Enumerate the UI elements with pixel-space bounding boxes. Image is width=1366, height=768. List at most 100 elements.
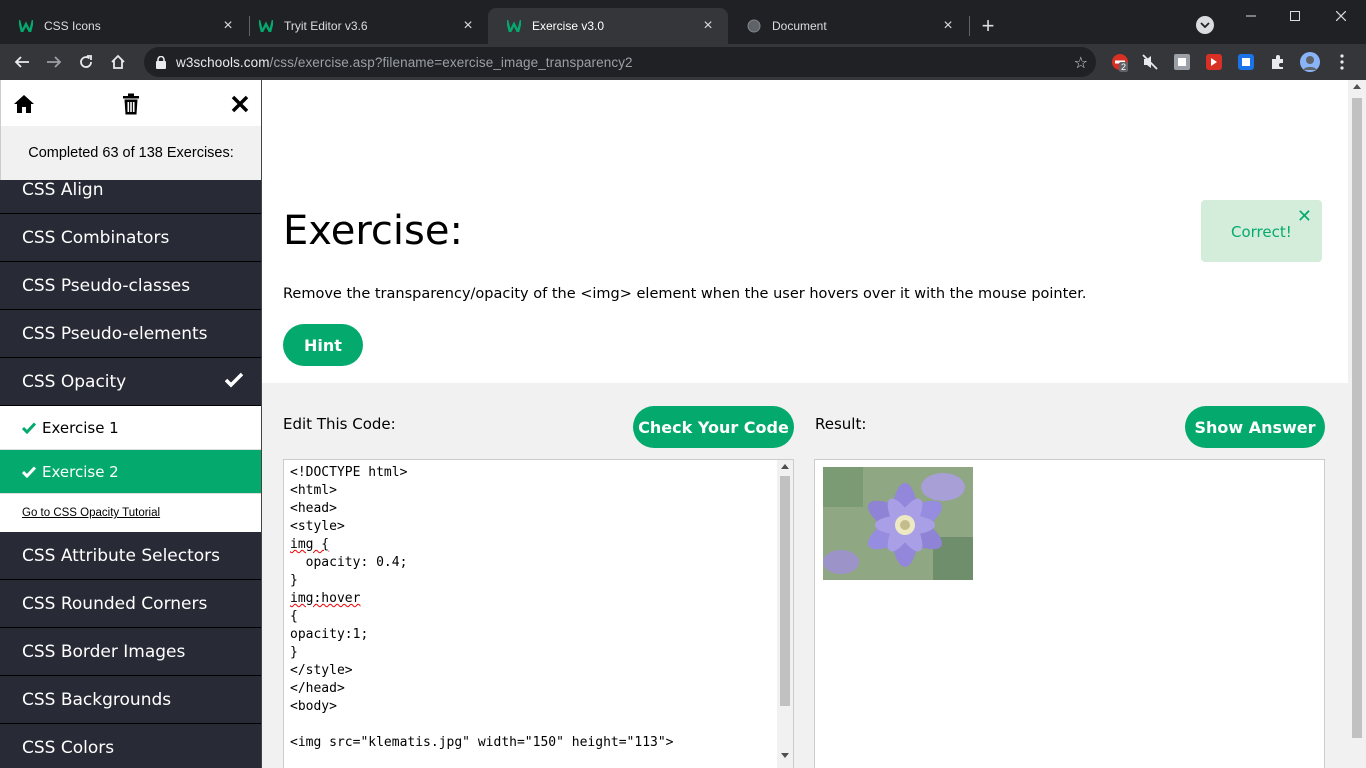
close-tab-icon[interactable]: ×	[940, 17, 956, 34]
edit-code-label: Edit This Code:	[283, 415, 396, 433]
minimize-icon[interactable]	[1228, 0, 1274, 32]
code-line: opacity: 0.4;	[290, 555, 408, 570]
checkmark-icon	[224, 372, 244, 393]
close-icon[interactable]	[228, 92, 252, 116]
address-bar[interactable]: w3schools.com/css/exercise.asp?filename=…	[144, 47, 1096, 77]
code-line: </style>	[290, 663, 353, 678]
hint-button[interactable]: Hint	[283, 324, 363, 366]
scroll-up-icon[interactable]	[781, 464, 789, 469]
sidebar-item-label: CSS Pseudo-classes	[22, 275, 191, 296]
alert-text: Correct!	[1231, 223, 1292, 241]
adblock-extension-icon[interactable]: 2	[1110, 52, 1130, 72]
check-code-button[interactable]: Check Your Code	[633, 406, 794, 448]
code-line: <img src="klematis.jpg" width="150" heig…	[290, 735, 674, 750]
exercise-description: Remove the transparency/opacity of the <…	[283, 286, 1087, 302]
reload-icon[interactable]	[72, 48, 100, 76]
tab-tryit-editor[interactable]: Tryit Editor v3.6 ×	[240, 8, 488, 44]
tab-css-icons[interactable]: CSS Icons ×	[0, 8, 248, 44]
correct-alert: Correct! ✕	[1201, 200, 1322, 262]
show-answer-button[interactable]: Show Answer	[1185, 406, 1325, 448]
code-line: <html>	[290, 483, 337, 498]
sidebar-exercise-1[interactable]: Exercise 1	[0, 406, 261, 450]
home-icon[interactable]	[104, 48, 132, 76]
close-tab-icon[interactable]: ×	[460, 17, 476, 34]
checkmark-icon	[22, 465, 36, 478]
exercise-label: Exercise 2	[42, 462, 119, 481]
extensions-puzzle-icon[interactable]	[1268, 52, 1288, 72]
page-scrollbar[interactable]	[1348, 80, 1366, 768]
profile-avatar[interactable]	[1300, 52, 1320, 72]
tab-separator	[969, 16, 970, 36]
tab-search-icon[interactable]	[1196, 16, 1214, 34]
back-arrow-icon[interactable]	[8, 48, 36, 76]
lock-icon	[156, 55, 168, 69]
w3schools-favicon-icon	[506, 18, 522, 34]
scroll-thumb[interactable]	[1352, 98, 1362, 738]
sidebar-item-label: CSS Combinators	[22, 227, 170, 248]
scroll-thumb[interactable]	[780, 476, 790, 706]
home-icon[interactable]	[12, 92, 36, 116]
sidebar-exercise-2[interactable]: Exercise 2	[0, 450, 261, 494]
code-line: img:hover	[290, 591, 361, 606]
sidebar-item[interactable]: CSS Pseudo-classes	[0, 262, 261, 310]
scroll-up-icon[interactable]	[1353, 84, 1361, 89]
tab-document[interactable]: Document ×	[728, 8, 968, 44]
code-line: opacity:1;	[290, 627, 369, 642]
more-menu-icon[interactable]	[1332, 52, 1352, 72]
sidebar-item[interactable]: CSS Colors	[0, 724, 261, 768]
code-area: Edit This Code: Check Your Code Result: …	[262, 383, 1348, 768]
code-text[interactable]: <!DOCTYPE html> <html> <head> <style> im…	[290, 464, 674, 752]
sidebar-item[interactable]: CSS Border Images	[0, 628, 261, 676]
close-tab-icon[interactable]: ×	[700, 17, 716, 34]
editor-scrollbar[interactable]	[777, 460, 793, 768]
sidebar-item-label: CSS Colors	[22, 737, 115, 758]
globe-icon	[746, 18, 762, 34]
video-extension-icon[interactable]	[1204, 52, 1224, 72]
url-text: w3schools.com/css/exercise.asp?filename=…	[176, 55, 633, 70]
sidebar-item-label: CSS Backgrounds	[22, 689, 172, 710]
sidebar-item[interactable]: CSS Align	[0, 166, 261, 214]
translate-extension-icon[interactable]	[1236, 52, 1256, 72]
code-editor[interactable]: <!DOCTYPE html> <html> <head> <style> im…	[283, 459, 794, 768]
screenshot-extension-icon[interactable]	[1172, 52, 1192, 72]
tutorial-link[interactable]: Go to CSS Opacity Tutorial	[0, 494, 261, 532]
mute-icon[interactable]	[1140, 52, 1160, 72]
flower-image	[823, 467, 973, 580]
sidebar-item-label: CSS Pseudo-elements	[22, 323, 208, 344]
sidebar-list: CSS Align CSS Combinators CSS Pseudo-cla…	[0, 166, 261, 768]
scroll-down-icon[interactable]	[781, 753, 789, 758]
bookmark-star-icon[interactable]: ☆	[1074, 53, 1088, 73]
sidebar-item[interactable]: CSS Pseudo-elements	[0, 310, 261, 358]
sidebar-item[interactable]: CSS Backgrounds	[0, 676, 261, 724]
exercise-label: Exercise 1	[42, 418, 119, 437]
exercise-sidebar: Completed 63 of 138 Exercises: CSS Align…	[0, 80, 262, 768]
close-tab-icon[interactable]: ×	[220, 17, 236, 34]
browser-tab-bar: CSS Icons × Tryit Editor v3.6 × Exercise…	[0, 0, 1366, 44]
w3schools-favicon-icon	[258, 18, 274, 34]
sidebar-item[interactable]: CSS Attribute Selectors	[0, 532, 261, 580]
page-title: Exercise:	[283, 208, 463, 254]
code-line: }	[290, 645, 298, 660]
window-close-icon[interactable]	[1318, 0, 1364, 32]
w3schools-favicon-icon	[18, 18, 34, 34]
code-line: }	[290, 573, 298, 588]
code-line: <style>	[290, 519, 345, 534]
new-tab-plus-icon[interactable]: +	[976, 12, 1000, 40]
result-label: Result:	[815, 415, 867, 433]
tab-title: Exercise v3.0	[532, 19, 605, 33]
checkmark-icon	[22, 421, 36, 434]
sidebar-item[interactable]: CSS Rounded Corners	[0, 580, 261, 628]
code-line: <body>	[290, 699, 337, 714]
code-line: </head>	[290, 681, 345, 696]
code-line: img {	[290, 537, 330, 552]
sidebar-item-css-opacity[interactable]: CSS Opacity	[0, 358, 261, 406]
trash-icon[interactable]	[119, 92, 143, 116]
tab-exercise[interactable]: Exercise v3.0 ×	[488, 8, 728, 44]
close-alert-icon[interactable]: ✕	[1297, 206, 1312, 227]
sidebar-item[interactable]: CSS Combinators	[0, 214, 261, 262]
forward-arrow-icon[interactable]	[40, 48, 68, 76]
maximize-icon[interactable]	[1272, 0, 1318, 32]
code-line: {	[290, 609, 298, 624]
exercise-main: Exercise: Remove the transparency/opacit…	[262, 80, 1348, 768]
url-path: /css/exercise.asp?filename=exercise_imag…	[269, 54, 633, 70]
